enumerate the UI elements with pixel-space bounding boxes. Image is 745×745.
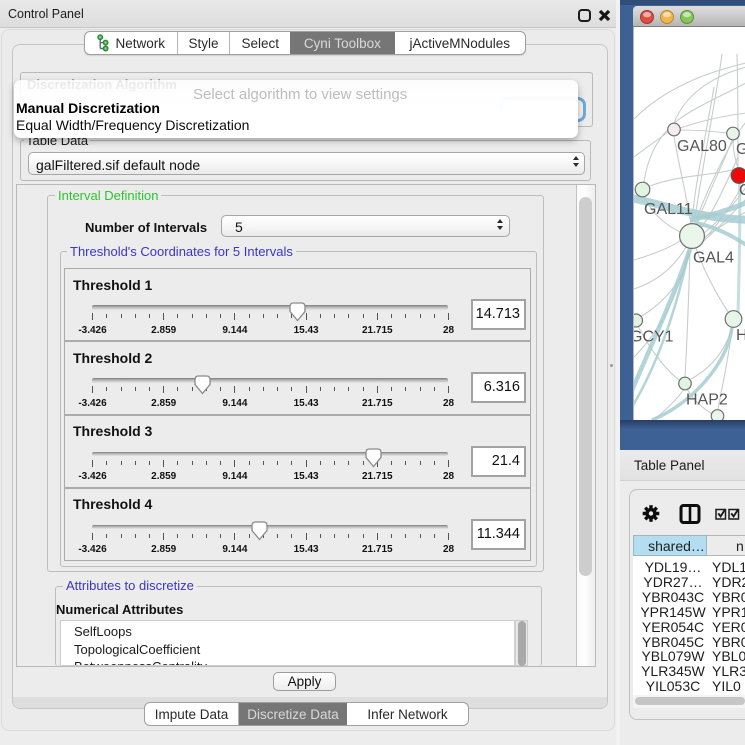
svg-text:H: H	[736, 327, 745, 344]
svg-text:GAL80: GAL80	[677, 138, 727, 155]
svg-text:C: C	[739, 182, 745, 199]
svg-text:GCY1: GCY1	[634, 329, 674, 346]
svg-text:HAP2: HAP2	[686, 392, 728, 409]
svg-text:GA: GA	[736, 141, 745, 158]
svg-text:GAL4: GAL4	[693, 250, 734, 267]
svg-text:GAL11: GAL11	[644, 201, 693, 218]
